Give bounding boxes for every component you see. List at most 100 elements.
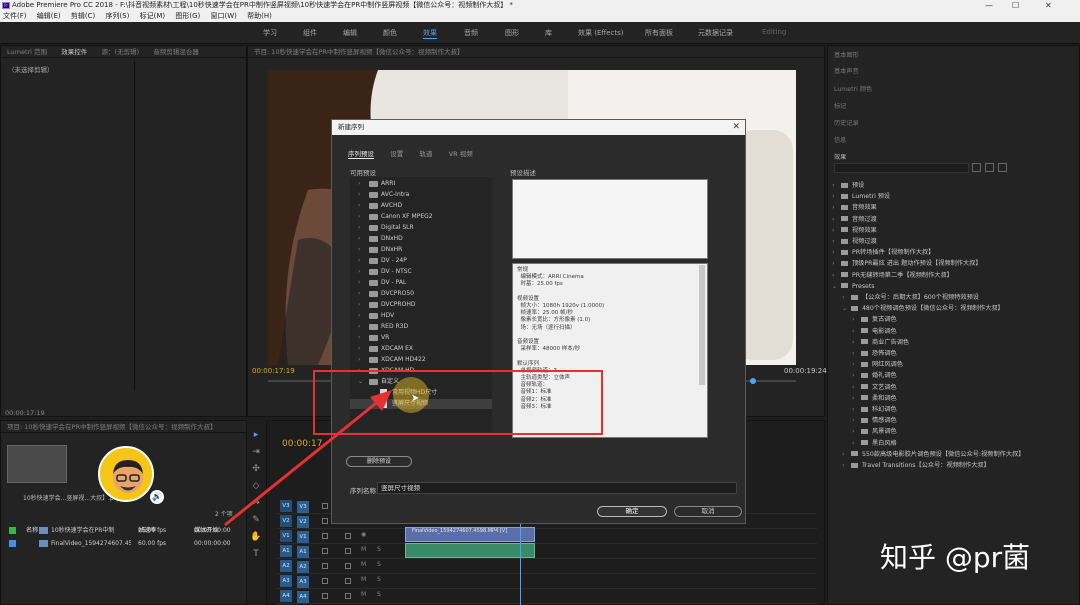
- accelerated-effects-icon[interactable]: [972, 163, 981, 172]
- effects-tree-item[interactable]: › Lumetri 预设: [832, 191, 890, 202]
- tab-source[interactable]: 源：(无剪辑): [102, 48, 140, 56]
- chevron-right-icon[interactable]: ›: [852, 415, 859, 426]
- effects-tree-item[interactable]: › PR转场插件【视频制作大叔】: [832, 247, 934, 258]
- preset-folder[interactable]: › DV - PAL: [350, 278, 492, 288]
- chevron-right-icon[interactable]: ›: [358, 311, 360, 321]
- preset-folder[interactable]: › Canon XF MPEG2: [350, 212, 492, 222]
- tab-vr-video[interactable]: VR 视频: [449, 150, 473, 158]
- cancel-button[interactable]: 取消: [674, 506, 742, 517]
- effects-tree-item[interactable]: › 商业广告调色: [852, 337, 909, 348]
- program-tab-title[interactable]: 节目: 10秒快速学会在PR中制作竖屏视频【微信公众号：视频制作大叔】: [254, 48, 463, 56]
- right-panel-header[interactable]: 信息: [834, 135, 846, 144]
- menu-graphics[interactable]: 图形(G): [175, 12, 200, 20]
- preset-folder[interactable]: › VR: [350, 333, 492, 343]
- effects-tree-item[interactable]: › 科幻调色: [852, 404, 897, 415]
- chevron-right-icon[interactable]: ›: [358, 344, 360, 354]
- preset-folder[interactable]: › DVCPRO50: [350, 289, 492, 299]
- chevron-right-icon[interactable]: ›: [358, 278, 360, 288]
- chevron-right-icon[interactable]: ›: [852, 393, 859, 404]
- 32bit-effects-icon[interactable]: [985, 163, 994, 172]
- chevron-right-icon[interactable]: ›: [358, 201, 360, 211]
- preset-folder[interactable]: › ARRI: [350, 179, 492, 189]
- effects-tree-item[interactable]: › 恐怖调色: [852, 348, 897, 359]
- menu-file[interactable]: 文件(F): [3, 12, 27, 20]
- chevron-right-icon[interactable]: ›: [358, 267, 360, 277]
- mute-icon[interactable]: M: [361, 561, 366, 568]
- chevron-down-icon[interactable]: ⌄: [832, 281, 839, 292]
- chevron-right-icon[interactable]: ›: [832, 202, 839, 213]
- ok-button[interactable]: 确定: [597, 506, 667, 517]
- workspace-tab-libraries[interactable]: 库: [545, 28, 552, 38]
- effects-tree-item[interactable]: › 婚礼调色: [852, 370, 897, 381]
- mute-icon[interactable]: M: [361, 591, 366, 598]
- track-source-label[interactable]: A4: [297, 591, 309, 603]
- effects-tree-item[interactable]: › 网红风调色: [852, 359, 903, 370]
- effects-tree-item[interactable]: › 风景调色: [852, 426, 897, 437]
- preset-folder[interactable]: › DNxHD: [350, 234, 492, 244]
- chevron-right-icon[interactable]: ›: [358, 212, 360, 222]
- program-timecode-current[interactable]: 00:00:17:19: [252, 367, 295, 375]
- right-panel-header[interactable]: 效果: [834, 152, 846, 161]
- workspace-tab-assembly[interactable]: 组件: [303, 28, 317, 38]
- workspace-tab-metadata[interactable]: 元数据记录: [698, 28, 733, 38]
- label-color-swatch[interactable]: [9, 540, 16, 547]
- workspace-tab-graphics[interactable]: 图形: [505, 28, 519, 38]
- right-panel-header[interactable]: 基本图形: [834, 50, 859, 59]
- effects-tree-item[interactable]: › 视频过渡: [832, 236, 877, 247]
- workspace-tab-effects-en[interactable]: 效果 (Effects): [578, 28, 623, 38]
- preset-folder[interactable]: › XDCAM HD422: [350, 355, 492, 365]
- effects-tree-item[interactable]: › 【公众号：后期大叔】600个视频特效预设: [842, 292, 979, 303]
- maximize-icon[interactable]: ☐: [1012, 0, 1019, 11]
- effects-tree-item[interactable]: › 音频效果: [832, 202, 877, 213]
- workspace-tab-color[interactable]: 颜色: [383, 28, 397, 38]
- workspace-tab-effects[interactable]: 效果: [423, 28, 437, 39]
- menu-help[interactable]: 帮助(H): [247, 12, 272, 20]
- track-source-label[interactable]: A2: [297, 561, 309, 573]
- chevron-right-icon[interactable]: ›: [832, 214, 839, 225]
- project-row[interactable]: FinalVideo_1594274607.4598 60.00 fps 00:00…: [5, 538, 235, 549]
- track-target-label[interactable]: A1: [280, 545, 292, 557]
- chevron-right-icon[interactable]: ›: [358, 245, 360, 255]
- label-color-swatch[interactable]: [9, 527, 16, 534]
- effects-tree-item[interactable]: › 黑白风格: [852, 438, 897, 449]
- chevron-right-icon[interactable]: ›: [852, 438, 859, 449]
- chevron-right-icon[interactable]: ›: [852, 359, 859, 370]
- close-window-icon[interactable]: ✕: [1045, 0, 1052, 11]
- sync-icon[interactable]: [345, 563, 351, 569]
- chevron-right-icon[interactable]: ›: [832, 180, 839, 191]
- preset-folder[interactable]: › RED R3D: [350, 322, 492, 332]
- chevron-right-icon[interactable]: ›: [832, 191, 839, 202]
- tab-effect-controls[interactable]: 效果控件: [61, 48, 87, 56]
- solo-icon[interactable]: S: [377, 576, 381, 583]
- workspace-tab-editing-en[interactable]: Editing: [762, 28, 786, 36]
- effects-tree-item[interactable]: › 文艺调色: [852, 382, 897, 393]
- project-row[interactable]: 10秒快速学会在PR中制 25.00 fps 00:00:00:00: [5, 525, 235, 536]
- track-target-label[interactable]: A2: [280, 560, 292, 572]
- chevron-right-icon[interactable]: ›: [852, 404, 859, 415]
- preset-folder[interactable]: › DV - 24P: [350, 256, 492, 266]
- project-tab-title[interactable]: 项目: 10秒快速学会在PR中制作竖屏视频【微信公众号：视频制作大叔】: [7, 423, 216, 431]
- solo-icon[interactable]: S: [377, 561, 381, 568]
- effects-tree-item[interactable]: › 顶级PR最炫 进出 题动作预设【视频制作大叔】: [832, 258, 982, 269]
- solo-icon[interactable]: S: [377, 546, 381, 553]
- chevron-down-icon[interactable]: ⌄: [842, 303, 849, 314]
- chevron-right-icon[interactable]: ›: [358, 223, 360, 233]
- right-panel-header[interactable]: Lumetri 颜色: [834, 84, 872, 93]
- chevron-right-icon[interactable]: ›: [842, 460, 849, 471]
- program-playhead[interactable]: [750, 378, 756, 384]
- chevron-right-icon[interactable]: ›: [832, 270, 839, 281]
- chevron-right-icon[interactable]: ›: [842, 292, 849, 303]
- chevron-right-icon[interactable]: ›: [852, 348, 859, 359]
- chevron-right-icon[interactable]: ›: [358, 333, 360, 343]
- chevron-right-icon[interactable]: ›: [358, 179, 360, 189]
- effects-tree-item[interactable]: › 柔和调色: [852, 393, 897, 404]
- timeline-video-clip[interactable]: FinalVideo_1594274607.4598.MP4 [V]: [405, 527, 535, 542]
- chevron-right-icon[interactable]: ›: [832, 225, 839, 236]
- chevron-right-icon[interactable]: ›: [832, 258, 839, 269]
- chevron-right-icon[interactable]: ›: [358, 322, 360, 332]
- effects-tree-item[interactable]: › Travel Transitions【公众号：视频制作大叔】: [842, 460, 990, 471]
- chevron-right-icon[interactable]: ›: [832, 247, 839, 258]
- preset-folder[interactable]: › AVC-Intra: [350, 190, 492, 200]
- tab-settings[interactable]: 设置: [390, 150, 403, 158]
- chevron-right-icon[interactable]: ›: [852, 326, 859, 337]
